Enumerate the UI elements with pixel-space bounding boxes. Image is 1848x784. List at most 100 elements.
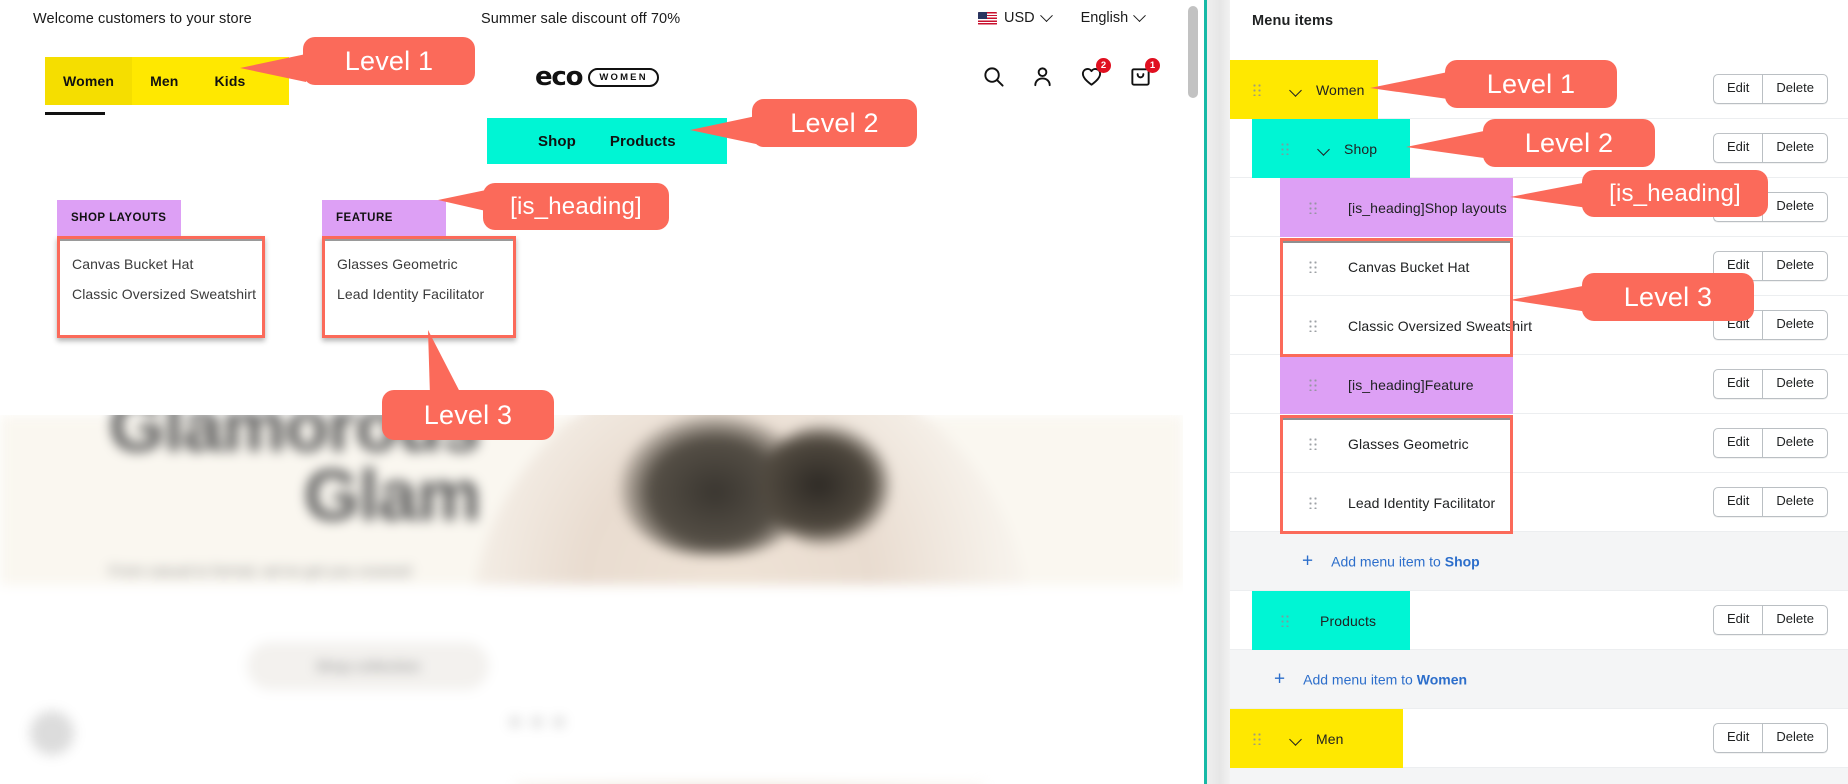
callout-level3-right: Level 3 [1582,273,1754,321]
drag-handle-icon[interactable] [1252,83,1264,96]
edit-button[interactable]: Edit [1713,487,1763,517]
us-flag-icon [978,11,997,25]
menu-item-label: Shop [1344,140,1378,157]
heart-icon[interactable]: 2 [1080,58,1111,88]
mega-item[interactable]: Lead Identity Facilitator [325,279,513,309]
row-content: Lead Identity Facilitator [1308,473,1495,532]
search-icon[interactable] [982,65,1005,88]
delete-button[interactable]: Delete [1762,74,1828,104]
mega-item[interactable]: Canvas Bucket Hat [60,249,262,279]
edit-button[interactable]: Edit [1713,133,1763,163]
add-link-text: Add menu item to Women [1303,671,1468,687]
menu-row-spacer [1230,768,1848,784]
mega-item[interactable]: Classic Oversized Sweatshirt [60,279,262,309]
callout-level2-right: Level 2 [1483,119,1655,167]
header-icon-group: 2 1 [982,58,1160,88]
hero-cta-button[interactable]: Shop collection [248,643,488,689]
delete-button[interactable]: Delete [1762,310,1828,340]
drag-handle-icon[interactable] [1308,319,1320,332]
row-content: Shop [1280,119,1377,178]
add-menu-item-to-women-link[interactable]: + Add menu item to Women [1274,670,1467,689]
row-content: Classic Oversized Sweatshirt [1308,296,1532,355]
row-content: Men [1252,709,1344,768]
chevron-down-icon[interactable] [1288,731,1304,747]
delete-button[interactable]: Delete [1762,723,1828,753]
hero-banner: Glamorous Glam From casual to formal, we… [0,415,1183,784]
drag-handle-icon[interactable] [1252,732,1264,745]
menu-row-men[interactable]: Men Edit Delete [1230,709,1848,768]
announcement-left: Welcome customers to your store [33,11,252,27]
row-content: Canvas Bucket Hat [1308,237,1470,296]
callout-isheading-left: [is_heading] [483,183,669,230]
announcement-middle: Summer sale discount off 70% [481,11,681,27]
add-menu-item-to-shop-link[interactable]: + Add menu item to Shop [1302,552,1480,571]
drag-handle-icon[interactable] [1308,201,1320,214]
menu-rows-list: Women Edit Delete Shop Edit Delete [is_h… [1230,60,1848,784]
menu-row-feature-heading[interactable]: [is_heading]Feature Edit Delete [1230,355,1848,414]
row-actions: Edit Delete [1713,487,1828,517]
row-actions: Edit Delete [1713,605,1828,635]
menu-item-label: Products [1320,612,1377,629]
delete-button[interactable]: Delete [1762,428,1828,458]
hero-carousel-dots[interactable] [510,717,564,727]
drag-handle-icon[interactable] [1308,378,1320,391]
hero-title-line2: Glam [303,456,481,537]
page-scrollbar-region [1183,0,1230,784]
edit-button[interactable]: Edit [1713,74,1763,104]
person-icon[interactable] [1031,65,1054,88]
edit-button[interactable]: Edit [1713,605,1763,635]
scrollbar-thumb[interactable] [1188,6,1198,98]
row-content: [is_heading]Feature [1308,355,1474,414]
currency-selector[interactable]: USD [978,8,1053,26]
drag-handle-icon[interactable] [1280,614,1292,627]
edit-button[interactable]: Edit [1713,723,1763,753]
scrollbar-track[interactable] [1185,0,1198,784]
mega-list-feature: Glasses Geometric Lead Identity Facilita… [322,236,516,338]
chevron-down-icon[interactable] [1316,141,1332,157]
callout-level1-left: Level 1 [303,37,475,85]
drag-handle-icon[interactable] [1308,496,1320,509]
edit-button[interactable]: Edit [1713,369,1763,399]
edit-button[interactable]: Edit [1713,428,1763,458]
drag-handle-icon[interactable] [1280,142,1292,155]
row-content: Glasses Geometric [1308,414,1469,473]
menu-item-label: [is_heading]Shop layouts [1348,199,1507,216]
menu-row-add-to-shop[interactable]: + Add menu item to Shop [1230,532,1848,591]
mega-heading-feature: FEATURE [322,200,446,236]
delete-button[interactable]: Delete [1762,369,1828,399]
chevron-down-icon [1133,8,1147,22]
mega-item[interactable]: Glasses Geometric [325,249,513,279]
currency-label: USD [1004,10,1035,26]
menu-item-label: [is_heading]Feature [1348,376,1474,393]
drag-handle-icon[interactable] [1308,260,1320,273]
logo-wordmark: eco [535,62,584,92]
wishlist-count-badge: 2 [1096,58,1111,73]
delete-button[interactable]: Delete [1762,133,1828,163]
menu-row-lead-identity-facilitator[interactable]: Lead Identity Facilitator Edit Delete [1230,473,1848,532]
nav-active-underline [45,112,105,115]
row-content: Women [1252,60,1364,119]
row-actions: Edit Delete [1713,723,1828,753]
delete-button[interactable]: Delete [1762,487,1828,517]
delete-button[interactable]: Delete [1762,605,1828,635]
nav-item-products[interactable]: Products [593,133,693,150]
chevron-down-icon[interactable] [1288,82,1304,98]
nav-item-women[interactable]: Women [45,57,133,105]
add-link-text: Add menu item to Shop [1331,553,1480,569]
cart-icon[interactable]: 1 [1129,58,1160,88]
menu-row-products[interactable]: Products Edit Delete [1230,591,1848,650]
menu-row-add-to-women[interactable]: + Add menu item to Women [1230,650,1848,709]
menu-row-glasses-geometric[interactable]: Glasses Geometric Edit Delete [1230,414,1848,473]
delete-button[interactable]: Delete [1762,251,1828,281]
callout-tail-level1-right [1370,66,1455,104]
delete-button[interactable]: Delete [1762,192,1828,222]
drag-handle-icon[interactable] [1308,437,1320,450]
nav-item-shop[interactable]: Shop [521,133,593,150]
locale-selectors: USD English [978,8,1147,26]
cart-count-badge: 1 [1145,58,1160,73]
nav-item-men[interactable]: Men [132,57,196,105]
plus-icon: + [1302,550,1314,572]
callout-level2-left: Level 2 [752,99,917,147]
language-label: English [1080,10,1129,26]
language-selector[interactable]: English [1080,8,1147,26]
